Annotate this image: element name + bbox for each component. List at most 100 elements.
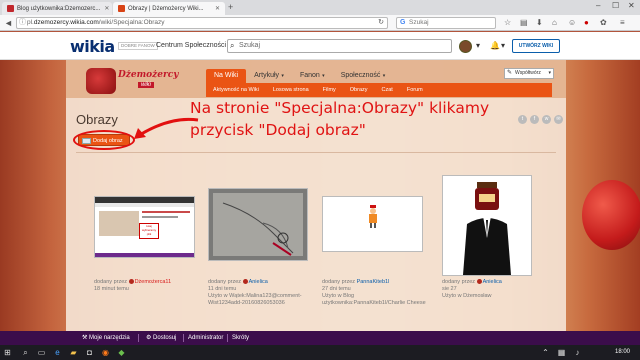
wiki-nav-fanon[interactable]: Fanon ▾ bbox=[292, 69, 333, 83]
download-icon[interactable]: ⬇ bbox=[536, 18, 543, 27]
gallery-meta-2: dodany przez Anielica 11 dni temu Użyto … bbox=[208, 279, 302, 306]
tutorial-annotation: Na stronie "Specjalna:Obrazy" klikamy pr… bbox=[190, 99, 490, 139]
wiki-nav: Na Wiki Artykuły ▾ Fanon ▾ Społeczność ▾ bbox=[206, 69, 393, 83]
customize-button[interactable]: ⚙ Dostosuj bbox=[146, 331, 176, 345]
facebook-icon[interactable]: f bbox=[530, 115, 539, 124]
wiki-logo[interactable]: Dżemożercy wiki bbox=[80, 66, 190, 96]
close-tab-icon[interactable]: ✕ bbox=[100, 5, 109, 12]
subnav-item-obrazy[interactable]: Obrazy bbox=[343, 87, 375, 93]
wikia-logo[interactable]: wikia bbox=[70, 37, 115, 56]
adblock-icon[interactable]: ● bbox=[584, 18, 589, 27]
jam-jar-icon bbox=[86, 68, 116, 94]
gallery-thumb-figure[interactable] bbox=[322, 196, 423, 252]
home-icon[interactable]: ⌂ bbox=[552, 18, 557, 27]
browser-search-field[interactable]: G Szukaj bbox=[396, 17, 496, 29]
star-icon[interactable]: ☆ bbox=[504, 18, 511, 27]
wikia-logo-tagline: DOBRE FANOW bbox=[118, 42, 158, 50]
user-avatar[interactable] bbox=[459, 40, 472, 53]
twitter-icon[interactable]: t bbox=[518, 115, 527, 124]
info-icon: ⓘ bbox=[19, 19, 26, 26]
contribute-label: Współtwórz bbox=[515, 70, 541, 76]
divider bbox=[76, 152, 556, 153]
tab-label: Obrazy | Dżemożercy Wiki... bbox=[128, 5, 204, 12]
chevron-down-icon[interactable]: ▾ bbox=[476, 41, 480, 50]
new-tab-icon[interactable]: + bbox=[228, 2, 233, 12]
chevron-down-icon: ▾ bbox=[320, 73, 325, 79]
search-icon[interactable]: ⌕ bbox=[20, 347, 31, 358]
wikia-search-input[interactable]: ⌕ Szukaj bbox=[227, 39, 452, 53]
minimize-icon[interactable]: – bbox=[596, 1, 600, 10]
app-icon[interactable]: ◆ bbox=[116, 347, 127, 358]
wiki-nav-na-wiki[interactable]: Na Wiki bbox=[206, 69, 247, 83]
url-prefix: pl. bbox=[27, 19, 34, 26]
uploader-link[interactable]: Dżemożerca11 bbox=[135, 279, 172, 285]
browser-tab-blog[interactable]: Blog użytkownika:Dzemozerc... ✕ bbox=[2, 2, 112, 15]
uploader-link[interactable]: PannaKiteb1l bbox=[357, 279, 390, 285]
maximize-icon[interactable]: ☐ bbox=[612, 1, 619, 10]
subnav-item-aktywnosc[interactable]: Aktywność na Wiki bbox=[206, 87, 266, 93]
folder-icon[interactable]: ▰ bbox=[68, 347, 79, 358]
reload-icon[interactable]: ↻ bbox=[378, 18, 384, 28]
windows-start-icon[interactable]: ⊞ bbox=[2, 347, 13, 358]
menu-icon[interactable]: ≡ bbox=[620, 18, 625, 27]
task-view-icon[interactable]: ▭ bbox=[36, 347, 47, 358]
wrench-icon: ⚒ bbox=[82, 335, 90, 341]
subnav-item-filmy[interactable]: Filmy bbox=[316, 87, 343, 93]
url-path: /wiki/Specjalna:Obrazy bbox=[98, 19, 165, 26]
reading-list-icon[interactable]: ▤ bbox=[520, 18, 528, 27]
browser-navbar: ◄ ⓘ pl.dzemozercy.wikia.com/wiki/Specjal… bbox=[0, 15, 640, 31]
gallery-thumb-jar-suit[interactable] bbox=[442, 175, 532, 276]
subnav-item-forum[interactable]: Forum bbox=[400, 87, 430, 93]
sketch-drawing bbox=[222, 202, 294, 256]
gallery-thumb-sketch[interactable] bbox=[208, 188, 308, 261]
system-tray-icon[interactable]: ⌃ bbox=[540, 347, 551, 358]
annotation-arrow bbox=[134, 117, 199, 139]
wikia-search-placeholder: Szukaj bbox=[239, 42, 261, 49]
edge-icon[interactable]: e bbox=[52, 347, 63, 358]
google-icon: G bbox=[400, 19, 406, 26]
chevron-down-icon: ▾ bbox=[381, 73, 386, 79]
chevron-down-icon[interactable]: ▾ bbox=[501, 41, 505, 50]
wiki-nav-artykuly[interactable]: Artykuły ▾ bbox=[246, 69, 292, 83]
charlie-cheese-figure bbox=[369, 205, 377, 228]
chat-icon[interactable]: ☺ bbox=[568, 18, 576, 27]
close-tab-icon[interactable]: ✕ bbox=[211, 5, 220, 12]
administrator-link[interactable]: Administrator bbox=[188, 331, 223, 345]
uploader-link[interactable]: Anielica bbox=[249, 279, 268, 285]
url-bar[interactable]: ⓘ pl.dzemozercy.wikia.com/wiki/Specjalna… bbox=[16, 17, 388, 29]
wiki-nav-spolecznosc[interactable]: Społeczność ▾ bbox=[333, 69, 394, 83]
subnav-item-losowa[interactable]: Losowa strona bbox=[266, 87, 316, 93]
wikia-toolbar: ⚒ Moje narzędzia ⚙ Dostosuj Administrato… bbox=[0, 331, 640, 345]
vk-icon[interactable]: w bbox=[542, 115, 551, 124]
used-in-link[interactable]: Dżemosław bbox=[463, 293, 491, 299]
create-wiki-button[interactable]: UTWÓRZ WIKI bbox=[512, 39, 560, 53]
shortcuts-link[interactable]: Skróty bbox=[232, 331, 249, 345]
back-icon[interactable]: ◄ bbox=[4, 17, 13, 29]
browser-tab-obrazy[interactable]: Obrazy | Dżemożercy Wiki... ✕ bbox=[113, 2, 225, 15]
contribute-button[interactable]: ✎ Współtwórz ▾ bbox=[504, 68, 554, 79]
network-icon[interactable]: ▦ bbox=[556, 347, 567, 358]
subnav-item-czat[interactable]: Czat bbox=[375, 87, 400, 93]
wiki-logo-sub: wiki bbox=[138, 82, 154, 88]
community-central-link[interactable]: Centrum Społeczności bbox=[156, 42, 226, 49]
user-badge-icon bbox=[476, 279, 482, 285]
notifications-bell-icon[interactable]: 🔔 bbox=[490, 41, 500, 50]
my-tools-menu[interactable]: ⚒ Moje narzędzia bbox=[82, 331, 130, 345]
wikia-favicon-icon bbox=[7, 5, 14, 12]
extension-icon[interactable]: ✿ bbox=[600, 18, 607, 27]
firefox-icon[interactable]: ◉ bbox=[100, 347, 111, 358]
jam-jar-man-figure bbox=[463, 182, 511, 275]
taskbar-clock: 18:00 bbox=[614, 349, 630, 355]
gallery-meta-1: dodany przez Dżemożerca11 18 minut temu bbox=[94, 279, 172, 292]
wiki-header: Dżemożercy wiki Na Wiki Artykuły ▾ Fanon… bbox=[66, 60, 566, 98]
gallery-thumb-screenshot[interactable]: tutaj wybieramy plik bbox=[94, 196, 195, 258]
browser-tab-bar: Blog użytkownika:Dzemozerc... ✕ Obrazy |… bbox=[0, 0, 640, 15]
wiki-logo-title: Dżemożercy bbox=[118, 70, 179, 80]
page-title: Obrazy bbox=[76, 112, 118, 127]
volume-icon[interactable]: ♪ bbox=[572, 347, 583, 358]
email-icon[interactable]: ✉ bbox=[554, 115, 563, 124]
uploader-link[interactable]: Anielica bbox=[483, 279, 502, 285]
close-window-icon[interactable]: ✕ bbox=[628, 1, 635, 10]
store-icon[interactable]: ◘ bbox=[84, 347, 95, 358]
background-apple-image bbox=[582, 180, 640, 250]
